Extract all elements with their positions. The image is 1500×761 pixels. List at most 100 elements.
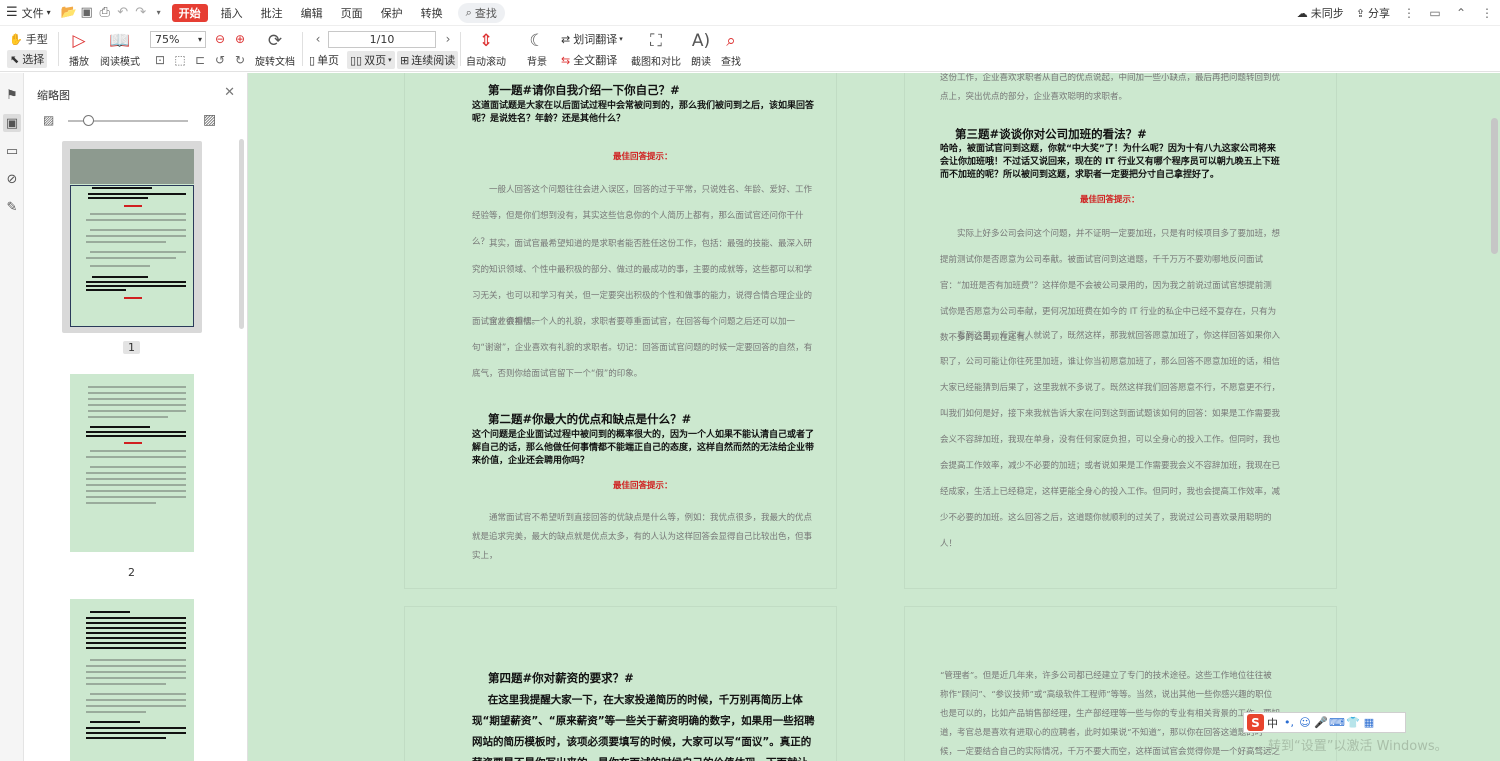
hand-tool-label: 手型 [25, 33, 48, 46]
word-translate-button[interactable]: ⇄ 划词翻译 ▾ [561, 31, 623, 47]
question-2-title: 第二题#你最大的优点和缺点是什么？# [488, 412, 692, 426]
chevron-down-icon: ▾ [388, 56, 392, 64]
question-2-text: 这个问题是企业面试过程中被问到的概率很大的，因为一个人如果不能认清自己或者了解自… [472, 430, 815, 466]
fit-page-icon[interactable]: ⬚ [172, 52, 188, 68]
actual-size-icon[interactable]: ⊡ [152, 52, 168, 68]
search-button[interactable]: ⌕ 查找 [457, 2, 505, 23]
search-label: 查找 [474, 6, 497, 20]
rotate-left-icon[interactable]: ↺ [212, 52, 228, 68]
tab-protect[interactable]: 保护 [372, 0, 412, 26]
tab-page[interactable]: 页面 [332, 0, 372, 26]
collapse-ribbon-icon[interactable]: ⌃ [1448, 0, 1474, 26]
tab-annotate[interactable]: 批注 [252, 0, 292, 26]
rotate-document-label: 旋转文档 [255, 57, 295, 68]
thumbnail-page-2[interactable] [62, 366, 202, 558]
document-view[interactable]: 第一题#请你自我介绍一下你自己？# 这道面试题是大家在以后面试过程中会常被问到的… [248, 73, 1500, 761]
cloud-icon: ☁ [1296, 6, 1308, 20]
play-button[interactable]: ▷ 播放 [64, 29, 94, 68]
windows-activation-watermark: 转到“设置”以激活 Windows。 [1268, 739, 1448, 754]
hand-tool-button[interactable]: ✋ 手型 [9, 31, 48, 47]
read-aloud-button[interactable]: A) 朗读 [688, 29, 714, 68]
single-page-button[interactable]: ▯ 单页 [309, 52, 339, 68]
chevron-down-icon: ▾ [197, 35, 202, 44]
save-icon[interactable]: ▣ [78, 0, 96, 26]
page-number-input[interactable]: 1/10 [328, 31, 436, 48]
screenshot-compare-button[interactable]: ⛶ 截图和对比 [631, 29, 681, 68]
thumbnail-image [70, 374, 194, 552]
print-icon[interactable]: ⎙ [96, 0, 114, 26]
continuous-read-button[interactable]: ⊞ 连续阅读 [397, 51, 459, 69]
rotate-document-button[interactable]: ⟳ 旋转文档 [255, 29, 295, 68]
tab-insert[interactable]: 插入 [212, 0, 252, 26]
more-icon[interactable]: ⋮ [1396, 0, 1422, 26]
slider-handle[interactable] [83, 115, 94, 126]
thumbnail-page-number: 1 [123, 341, 140, 354]
book-icon: 📖 [109, 31, 131, 51]
tab-convert[interactable]: 转换 [412, 0, 452, 26]
speaker-icon: A) [691, 31, 711, 51]
question-1-title: 第一题#请你自我介绍一下你自己？# [488, 83, 680, 97]
comment-list-icon[interactable]: ▭ [3, 142, 21, 160]
select-tool-button[interactable]: ⬉ 选择 [7, 50, 48, 68]
question-4-title: 第四题#你对薪资的要求？# [488, 671, 634, 685]
find-button[interactable]: ⌕ 查找 [718, 29, 744, 68]
prev-page-icon[interactable]: ‹ [310, 31, 326, 47]
best-answer-hint: 最佳回答提示： [613, 152, 673, 162]
next-page-icon[interactable]: › [440, 31, 456, 47]
question-1-paragraph-3: 企业很重视一个人的礼貌，求职者要尊重面试官，在回答每个问题之后还可以加一句“谢谢… [472, 317, 813, 379]
full-translate-button[interactable]: ⇆ 全文翻译 [561, 52, 617, 68]
question-3-text: 哈哈，被面试官问到这题，你就“中大奖”了！为什么呢？因为十有八九这家公司将来会让… [940, 144, 1280, 180]
zoom-in-icon[interactable]: ⊕ [232, 31, 248, 47]
redo-icon[interactable]: ↷ [132, 0, 150, 26]
tab-edit[interactable]: 编辑 [292, 0, 332, 26]
open-icon[interactable]: 📂 [60, 0, 78, 26]
thumbnail-page-1[interactable] [62, 141, 202, 333]
chevron-down-icon: ▾ [619, 35, 623, 43]
ime-toolbar[interactable]: S 中 •, ☺ 🎤 ⌨ 👕 ▦ [1243, 712, 1406, 733]
word-translate-label: 划词翻译 [573, 33, 618, 46]
rotate-right-icon[interactable]: ↻ [232, 52, 248, 68]
bookmark-icon[interactable]: ⚑ [3, 86, 21, 104]
comment-icon[interactable]: ▭ [1422, 0, 1448, 26]
auto-scroll-button[interactable]: ⇕ 自动滚动 [463, 29, 509, 68]
zoom-select[interactable]: 75% ▾ [150, 31, 206, 48]
attachment-icon[interactable]: ⊘ [3, 170, 21, 188]
zoom-out-icon[interactable]: ⊖ [212, 31, 228, 47]
read-mode-button[interactable]: 📖 阅读模式 [98, 29, 142, 68]
microphone-icon[interactable]: 🎤 [1313, 716, 1329, 729]
skin-icon[interactable]: 👕 [1345, 716, 1361, 729]
single-page-icon: ▯ [309, 53, 316, 67]
close-icon[interactable]: ✕ [224, 85, 235, 100]
search-icon: ⌕ [465, 5, 472, 19]
tab-start[interactable]: 开始 [171, 3, 208, 22]
toolbox-icon[interactable]: ▦ [1361, 716, 1377, 729]
small-image-icon[interactable]: ▨ [43, 113, 54, 127]
file-menu[interactable]: ☰ 文件 ▾ [0, 0, 60, 26]
large-image-icon[interactable]: ▨ [203, 112, 216, 128]
fit-width-icon[interactable]: ⊏ [192, 52, 208, 68]
share-button[interactable]: ⇪ 分享 [1350, 0, 1396, 26]
thumbnail-page-3[interactable] [62, 591, 202, 761]
double-page-icon: ▯▯ [350, 53, 363, 67]
background-button[interactable]: ☾ 背景 [522, 29, 552, 68]
rotate-document-icon: ⟳ [267, 31, 283, 51]
undo-icon[interactable]: ↶ [114, 0, 132, 26]
keyboard-icon[interactable]: ⌨ [1329, 716, 1345, 729]
signature-icon[interactable]: ✎ [3, 198, 21, 216]
emoji-icon[interactable]: ☺ [1297, 716, 1313, 729]
punctuation-icon[interactable]: •, [1281, 716, 1297, 729]
thumbnail-icon[interactable]: ▣ [3, 114, 21, 132]
ime-mode-label: 中 [1267, 716, 1278, 730]
moon-icon: ☾ [529, 31, 545, 51]
sync-status-button[interactable]: ☁ 未同步 [1291, 0, 1350, 26]
ribbon-toolbar: ✋ 手型 ⬉ 选择 ▷ 播放 📖 阅读模式 75% ▾ ⊖ ⊕ ⊡ ⬚ ⊏ ↺ … [0, 26, 1500, 72]
double-page-button[interactable]: ▯▯ 双页 ▾ [347, 51, 395, 69]
screenshot-icon: ⛶ [650, 31, 662, 51]
document-scrollbar[interactable] [1491, 118, 1498, 254]
thumbnail-scrollbar[interactable] [239, 139, 244, 329]
full-translate-label: 全文翻译 [573, 54, 618, 67]
more-options-icon[interactable]: ⋮ [1474, 0, 1500, 26]
customize-arrow-icon[interactable]: ▾ [150, 0, 168, 26]
cursor-icon: ⬉ [10, 52, 20, 66]
thumbnail-image [70, 599, 194, 761]
